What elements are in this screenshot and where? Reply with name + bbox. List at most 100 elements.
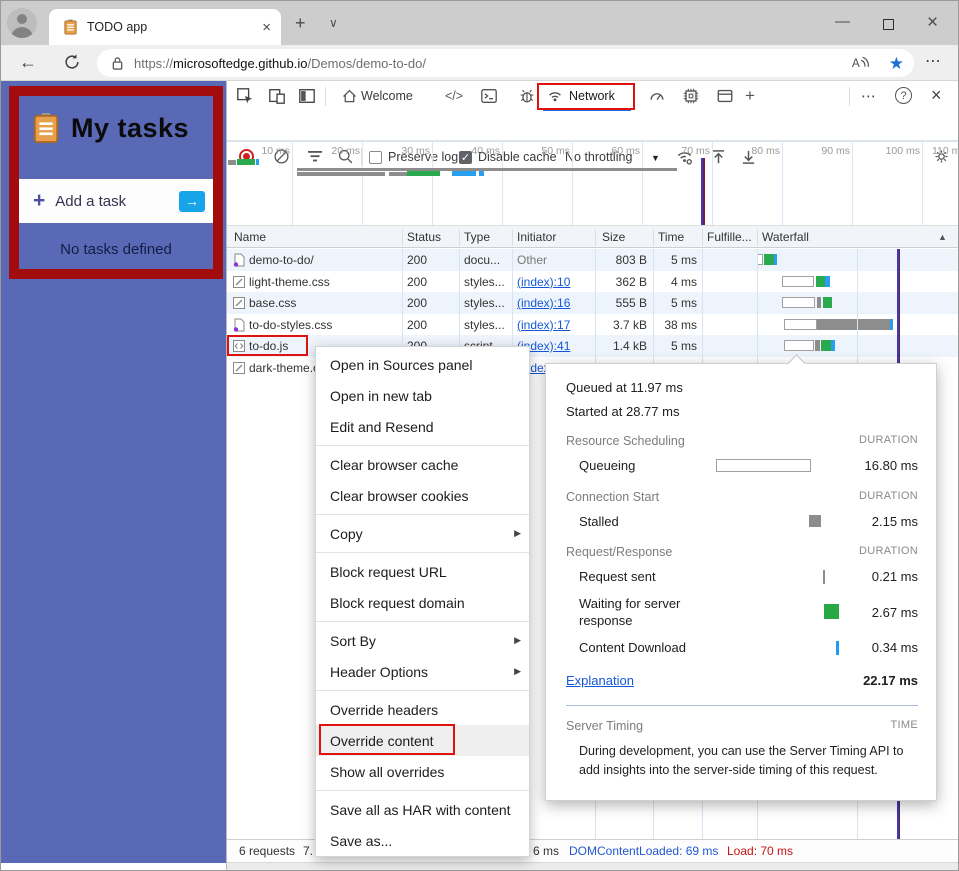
app-title: My tasks: [71, 113, 189, 144]
window-minimize-button[interactable]: —: [835, 14, 850, 29]
phase-queueing: Queueing: [566, 457, 716, 475]
tab-welcome-label[interactable]: Welcome: [361, 89, 413, 103]
ruler-tick: 80 ms: [725, 145, 780, 157]
overview-bar: [452, 171, 476, 176]
sort-ascending-icon[interactable]: ▲: [938, 232, 947, 242]
tab-bar: TODO app × + ∨ — ×: [1, 1, 959, 45]
url-field[interactable]: https://microsoftedge.github.io/Demos/de…: [97, 49, 914, 77]
request-initiator-link[interactable]: (index):17: [517, 318, 570, 332]
column-initiator[interactable]: Initiator: [517, 230, 556, 244]
refresh-button[interactable]: [63, 53, 81, 71]
tab-welcome[interactable]: [339, 86, 359, 106]
menu-item-clear-browser-cookies[interactable]: Clear browser cookies: [316, 480, 529, 511]
lock-icon: [111, 56, 124, 71]
document-icon: [232, 253, 246, 267]
load-time: Load: 70 ms: [727, 844, 793, 858]
performance-icon: [648, 87, 666, 105]
header-divider: [512, 229, 513, 246]
console-button[interactable]: [479, 86, 499, 106]
request-name[interactable]: to-do-styles.css: [249, 318, 332, 332]
request-initiator-link[interactable]: (index):10: [517, 275, 570, 289]
menu-item-edit-and-resend[interactable]: Edit and Resend: [316, 411, 529, 442]
clipboard-icon: [31, 112, 61, 144]
dock-side-button[interactable]: [297, 86, 317, 106]
grid-line: [502, 142, 503, 226]
new-tab-button[interactable]: +: [295, 14, 306, 32]
load-marker-line: [703, 158, 705, 226]
browser-window: TODO app × + ∨ — × ← https://microsofted…: [0, 0, 959, 871]
column-waterfall[interactable]: Waterfall: [762, 230, 809, 244]
back-button[interactable]: ←: [19, 53, 37, 71]
grid-line: [712, 142, 713, 226]
tab-list-chevron-icon[interactable]: ∨: [329, 17, 338, 29]
requests-count: 6 requests: [239, 844, 295, 858]
column-fulfilled[interactable]: Fulfille...: [707, 230, 752, 244]
favorites-star-icon[interactable]: ★: [889, 55, 904, 72]
request-name[interactable]: light-theme.css: [249, 275, 330, 289]
request-name[interactable]: demo-to-do/: [249, 253, 314, 267]
request-initiator-link[interactable]: (index):16: [517, 296, 570, 310]
total-duration: 22.17 ms: [634, 673, 918, 688]
menu-item-header-options[interactable]: Header Options▶: [316, 656, 529, 687]
memory-button[interactable]: [681, 86, 701, 106]
menu-item-open-in-new-tab[interactable]: Open in new tab: [316, 380, 529, 411]
column-name[interactable]: Name: [234, 230, 266, 244]
browser-tab[interactable]: TODO app ×: [49, 9, 281, 45]
application-button[interactable]: [715, 86, 735, 106]
menu-item-clear-browser-cache[interactable]: Clear browser cache: [316, 449, 529, 480]
waterfall-bar: [817, 297, 821, 308]
duration-label: DURATION: [859, 545, 918, 559]
request-name[interactable]: base.css: [249, 296, 296, 310]
menu-divider: [316, 621, 529, 622]
menu-item-block-request-url[interactable]: Block request URL: [316, 556, 529, 587]
column-size[interactable]: Size: [602, 230, 625, 244]
svg-text:A: A: [852, 56, 860, 70]
table-row[interactable]: to-do-styles.css 200 styles... (index):1…: [227, 314, 959, 336]
menu-item-save-as[interactable]: Save as...: [316, 825, 529, 856]
column-time[interactable]: Time: [658, 230, 684, 244]
ruler-tick: 50 ms: [515, 145, 570, 157]
menu-item-copy[interactable]: Copy▶: [316, 518, 529, 549]
read-aloud-button[interactable]: A: [851, 55, 871, 71]
network-overview[interactable]: 10 ms 20 ms 30 ms 40 ms 50 ms 60 ms 70 m…: [227, 141, 959, 226]
add-task-bar[interactable]: + Add a task →: [19, 179, 213, 223]
menu-item-open-in-sources-panel[interactable]: Open in Sources panel: [316, 349, 529, 380]
devtools-close-button[interactable]: ×: [931, 86, 942, 104]
performance-button[interactable]: [647, 86, 667, 106]
devtools-more-button[interactable]: ⋯: [861, 89, 876, 104]
more-tabs-button[interactable]: +: [745, 87, 755, 104]
tab-close-icon[interactable]: ×: [262, 20, 271, 35]
menu-item-override-headers[interactable]: Override headers: [316, 694, 529, 725]
ruler-tick: 60 ms: [585, 145, 640, 157]
grid-line: [852, 142, 853, 226]
domcontentloaded-time: DOMContentLoaded: 69 ms: [569, 844, 718, 858]
time-label: TIME: [891, 719, 918, 733]
column-type[interactable]: Type: [464, 230, 490, 244]
debug-button[interactable]: [517, 86, 537, 106]
url-path: /Demos/demo-to-do/: [307, 56, 426, 71]
table-row[interactable]: light-theme.css 200 styles... (index):10…: [227, 271, 959, 293]
help-button[interactable]: ?: [895, 87, 912, 104]
request-type: styles...: [464, 318, 505, 332]
explanation-link[interactable]: Explanation: [566, 673, 634, 688]
menu-item-show-all-overrides[interactable]: Show all overrides: [316, 756, 529, 787]
menu-item-block-request-domain[interactable]: Block request domain: [316, 587, 529, 618]
browser-menu-button[interactable]: ⋯: [925, 54, 941, 70]
window-close-button[interactable]: ×: [927, 13, 938, 32]
profile-avatar[interactable]: [7, 8, 37, 38]
todojs-highlight-box: [227, 335, 308, 356]
sources-icon[interactable]: </>: [445, 89, 463, 103]
queueing-bar: [716, 459, 811, 472]
table-row[interactable]: demo-to-do/ 200 docu... Other 803 B 5 ms: [227, 249, 959, 271]
table-row[interactable]: base.css 200 styles... (index):16 555 B …: [227, 292, 959, 314]
device-emulation-button[interactable]: [267, 86, 287, 106]
server-timing-note: During development, you can use the Serv…: [579, 742, 924, 780]
request-status: 200: [407, 296, 427, 310]
window-maximize-button[interactable]: [883, 17, 894, 35]
menu-item-sort-by[interactable]: Sort By▶: [316, 625, 529, 656]
column-status[interactable]: Status: [407, 230, 441, 244]
menu-item-save-all-as-har[interactable]: Save all as HAR with content: [316, 794, 529, 825]
add-task-submit-button[interactable]: →: [179, 191, 205, 212]
inspect-element-button[interactable]: [235, 86, 255, 106]
overview-bar: [479, 171, 484, 176]
